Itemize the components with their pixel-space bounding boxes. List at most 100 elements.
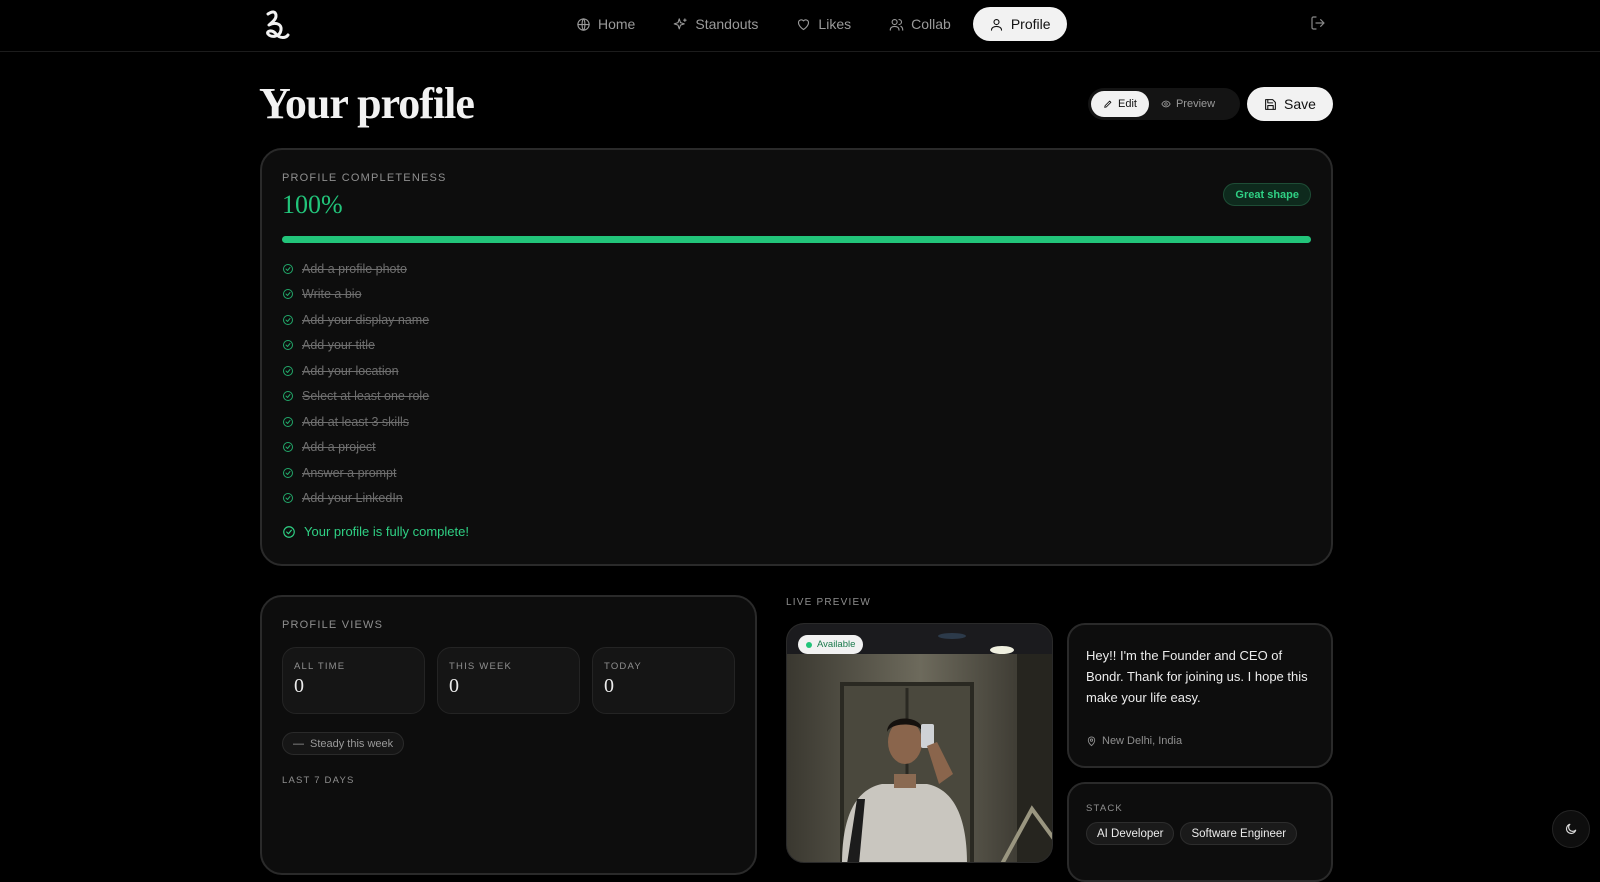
check-circle-icon — [283, 263, 293, 274]
pencil-icon — [1104, 100, 1112, 108]
views-label: PROFILE VIEWS — [282, 619, 384, 631]
stat-all-time: ALL TIME 0 — [282, 647, 425, 714]
nav-standouts[interactable]: Standouts — [657, 7, 774, 41]
save-icon — [1265, 98, 1276, 110]
stat-value: 0 — [294, 675, 304, 697]
trend-text: Steady this week — [310, 737, 394, 750]
nav-likes[interactable]: Likes — [780, 7, 867, 41]
heart-icon — [798, 18, 810, 30]
nav-standouts-label: Standouts — [695, 16, 759, 32]
live-preview-label: LIVE PREVIEW — [786, 597, 871, 608]
location-text: New Delhi, India — [1102, 735, 1183, 747]
top-navigation-bar: Home Standouts Likes Collab Profile — [0, 0, 1600, 52]
nav-profile-label: Profile — [1010, 16, 1051, 32]
check-circle-icon — [283, 467, 293, 478]
stat-label: THIS WEEK — [449, 661, 513, 672]
checklist-item-label: Add your display name — [302, 312, 430, 327]
preview-mode-label: Preview — [1175, 98, 1216, 110]
completeness-progress-bar — [282, 236, 1311, 243]
logout-button[interactable] — [1310, 15, 1328, 33]
main-nav: Home Standouts Likes Collab Profile — [560, 7, 1067, 41]
eye-icon — [1161, 100, 1171, 108]
checklist-item: Add your location — [282, 358, 429, 384]
location: New Delhi, India — [1086, 735, 1182, 747]
checklist-item-label: Add your location — [302, 363, 399, 378]
completeness-progress-fill — [282, 236, 1311, 243]
checklist-item-label: Select at least one role — [302, 389, 430, 404]
checklist-item-label: Add a project — [302, 440, 376, 455]
stack-card: STACK AI Developer Software Engineer — [1067, 782, 1333, 882]
checklist-item-label: Add your LinkedIn — [302, 491, 403, 506]
check-circle-icon — [283, 314, 293, 325]
check-circle-icon — [283, 391, 293, 402]
stack-label: STACK — [1086, 803, 1123, 814]
profile-photo: Available — [786, 623, 1053, 863]
edit-mode-button[interactable]: Edit — [1091, 91, 1149, 117]
checklist-item: Add a profile photo — [282, 256, 429, 282]
checklist-item: Add at least 3 skills — [282, 409, 429, 435]
nav-collab-label: Collab — [911, 16, 951, 32]
map-pin-icon — [1087, 736, 1096, 746]
minus-icon: — — [293, 737, 304, 750]
stack-chip: AI Developer — [1086, 822, 1175, 845]
stat-label: ALL TIME — [294, 661, 346, 672]
checklist-item: Add your LinkedIn — [282, 486, 429, 512]
checklist-item-label: Add at least 3 skills — [302, 414, 409, 429]
checklist-item: Select at least one role — [282, 384, 429, 410]
checklist-item: Write a bio — [282, 282, 429, 308]
checklist-item-label: Add a profile photo — [302, 261, 407, 276]
completeness-percent: 100% — [282, 190, 343, 219]
stat-label: TODAY — [604, 661, 642, 672]
check-circle-icon — [283, 442, 293, 453]
nav-likes-label: Likes — [818, 16, 852, 32]
checklist-item: Add a project — [282, 435, 429, 461]
check-circle-icon — [283, 493, 293, 504]
bio-text: Hey!! I'm the Founder and CEO of Bondr. … — [1086, 648, 1308, 705]
availability-badge: Available — [798, 635, 864, 654]
check-circle-icon — [283, 365, 293, 376]
profile-views-card: PROFILE VIEWS ALL TIME 0 THIS WEEK 0 TOD… — [260, 595, 757, 875]
nav-profile[interactable]: Profile — [972, 7, 1067, 41]
sparkles-icon — [674, 17, 688, 29]
nav-collab[interactable]: Collab — [873, 7, 967, 41]
bio-card: Hey!! I'm the Founder and CEO of Bondr. … — [1067, 623, 1333, 768]
theme-toggle-button[interactable] — [1552, 810, 1590, 848]
checklist-item-label: Add your title — [302, 338, 375, 353]
checklist-item-label: Write a bio — [302, 287, 362, 302]
checklist-item-label: Answer a prompt — [302, 465, 397, 480]
completeness-label: PROFILE COMPLETENESS — [282, 172, 447, 184]
checklist-item: Add your display name — [282, 307, 429, 333]
preview-mode-button[interactable]: Preview — [1149, 91, 1227, 117]
stat-this-week: THIS WEEK 0 — [437, 647, 580, 714]
logout-icon — [1311, 16, 1325, 30]
user-icon — [990, 18, 1002, 31]
mode-toggle: Edit Preview — [1088, 88, 1240, 120]
availability-dot — [806, 641, 812, 648]
stat-today: TODAY 0 — [592, 647, 735, 714]
completion-message: Your profile is fully complete! — [282, 524, 469, 539]
nav-home[interactable]: Home — [560, 7, 651, 41]
edit-mode-label: Edit — [1118, 98, 1137, 110]
moon-icon — [1566, 823, 1577, 834]
profile-photo-image — [787, 624, 1052, 862]
checklist-item: Add your title — [282, 333, 429, 359]
check-circle-icon — [283, 525, 295, 538]
check-circle-icon — [283, 289, 293, 300]
stack-chip: Software Engineer — [1180, 822, 1298, 845]
status-badge: Great shape — [1223, 183, 1311, 206]
trend-badge: — Steady this week — [282, 732, 405, 755]
completeness-checklist: Add a profile photo Write a bio Add your d… — [282, 256, 429, 511]
brand-logo-icon[interactable] — [262, 8, 294, 42]
save-label: Save — [1284, 96, 1316, 112]
completion-message-text: Your profile is fully complete! — [304, 524, 469, 539]
save-button[interactable]: Save — [1247, 87, 1333, 121]
stat-value: 0 — [604, 675, 614, 697]
check-circle-icon — [283, 340, 293, 351]
nav-home-label: Home — [598, 16, 636, 32]
stat-value: 0 — [449, 675, 459, 697]
page-title: Your profile — [259, 79, 475, 128]
globe-icon — [577, 17, 590, 31]
last-7-days-label: LAST 7 DAYS — [282, 775, 355, 786]
profile-completeness-card: PROFILE COMPLETENESS 100% Great shape Ad… — [260, 148, 1333, 566]
checklist-item: Answer a prompt — [282, 460, 429, 486]
